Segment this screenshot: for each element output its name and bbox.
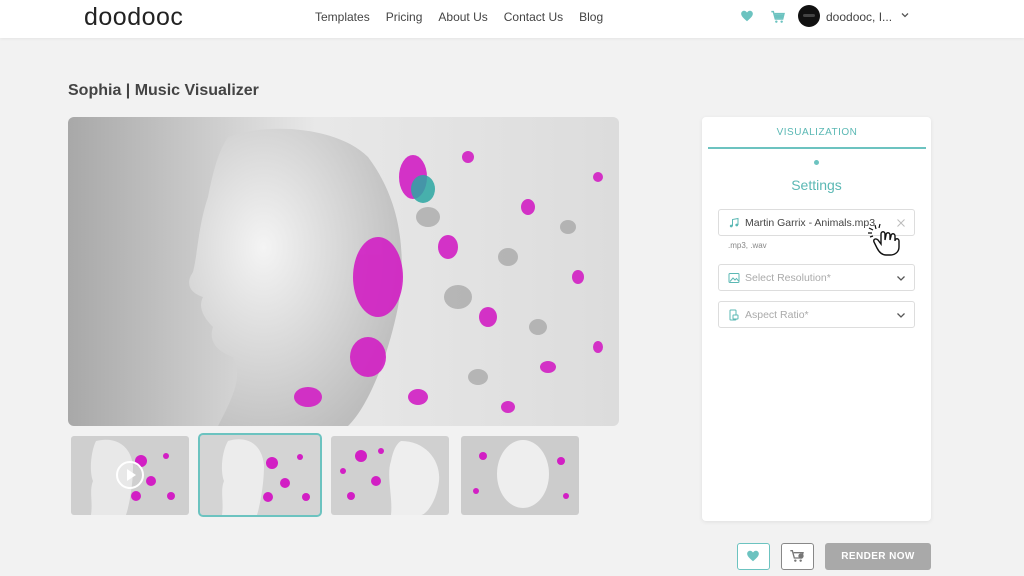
main-nav: Templates Pricing About Us Contact Us Bl… [315,10,619,24]
nav-pricing[interactable]: Pricing [386,10,423,24]
music-note-icon [729,217,739,228]
audio-file-name: Martin Garrix - Animals.mp3 [745,217,876,229]
aspect-ratio-select[interactable]: Aspect Ratio* [718,301,915,328]
thumbnail-3[interactable] [331,436,449,515]
aspect-ratio-placeholder: Aspect Ratio* [745,309,809,321]
chevron-down-icon[interactable] [895,272,907,284]
settings-panel: VISUALIZATION Settings Martin Garrix - A… [702,117,931,521]
chevron-down-icon[interactable] [895,309,907,321]
logo[interactable]: doodooc [84,3,183,32]
play-icon[interactable] [115,460,145,490]
top-header: doodooc Templates Pricing About Us Conta… [0,0,1024,38]
step-indicator [814,160,819,165]
add-to-cart-button[interactable] [781,543,814,570]
render-now-button[interactable]: RENDER NOW [825,543,931,570]
tab-visualization[interactable]: VISUALIZATION [708,117,926,149]
avatar[interactable] [798,5,820,27]
user-name[interactable]: doodooc, I... [826,10,892,24]
video-preview[interactable] [68,117,619,426]
page-title: Sophia | Music Visualizer [68,82,259,99]
nav-contact-us[interactable]: Contact Us [504,10,563,24]
cart-icon [790,550,804,562]
chevron-down-icon[interactable] [899,9,911,21]
heart-icon [747,550,759,562]
resolution-placeholder: Select Resolution* [745,272,831,284]
cart-icon[interactable] [770,9,786,25]
audio-format-hint: .mp3, .wav [728,241,767,250]
nav-blog[interactable]: Blog [579,10,603,24]
aspect-ratio-icon [729,309,739,321]
image-icon [728,273,740,283]
nav-templates[interactable]: Templates [315,10,370,24]
thumbnail-4[interactable] [461,436,579,515]
resolution-select[interactable]: Select Resolution* [718,264,915,291]
thumbnail-1[interactable] [71,436,189,515]
favorite-button[interactable] [737,543,770,570]
thumbnail-2[interactable] [198,433,322,517]
panel-heading: Settings [791,177,842,193]
nav-about-us[interactable]: About Us [438,10,487,24]
heart-icon[interactable] [740,9,754,23]
hand-cursor-icon [868,223,900,256]
